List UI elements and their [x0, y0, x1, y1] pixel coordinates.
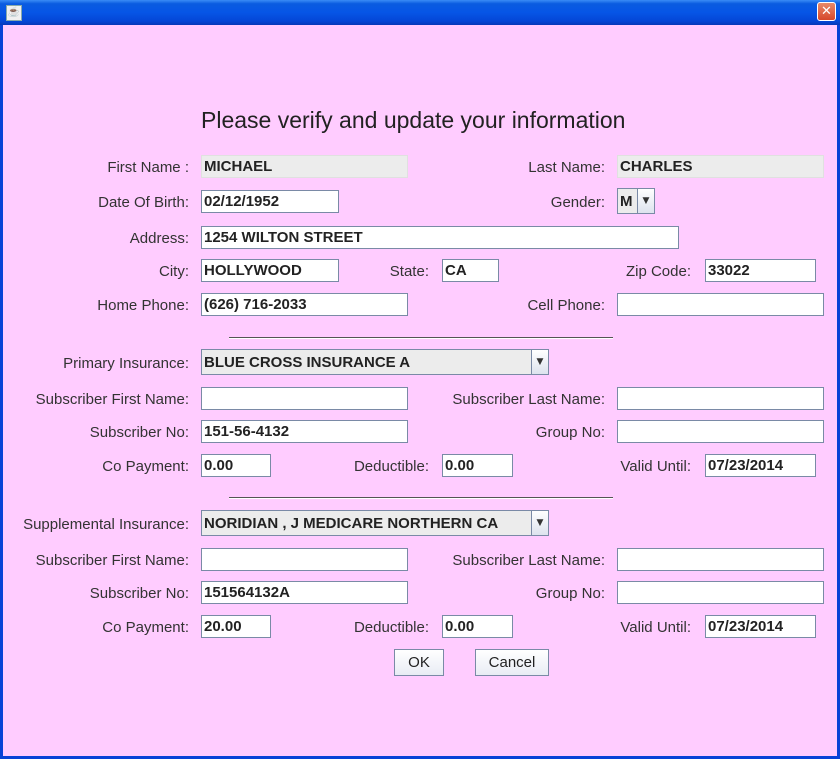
- primary-valid-label: Valid Until:: [620, 458, 691, 475]
- chevron-down-icon[interactable]: ▼: [531, 350, 548, 374]
- last-name-field[interactable]: CHARLES: [617, 155, 824, 178]
- primary-copay-field[interactable]: 0.00: [201, 454, 271, 477]
- java-icon: ☕: [6, 5, 22, 21]
- supplemental-deductible-field[interactable]: 0.00: [442, 615, 513, 638]
- first-name-label: First Name :: [107, 159, 189, 176]
- primary-sub-no-field[interactable]: 151-56-4132: [201, 420, 408, 443]
- primary-deductible-field[interactable]: 0.00: [442, 454, 513, 477]
- state-label: State:: [389, 263, 429, 280]
- cell-phone-field[interactable]: [617, 293, 824, 316]
- supplemental-copay-field[interactable]: 20.00: [201, 615, 271, 638]
- supplemental-sub-no-label: Subscriber No:: [89, 585, 189, 602]
- primary-group-field[interactable]: [617, 420, 824, 443]
- home-phone-label: Home Phone:: [97, 297, 189, 314]
- chevron-down-icon[interactable]: ▼: [637, 189, 654, 213]
- form-content: Please verify and update your informatio…: [3, 25, 837, 756]
- primary-insurance-select[interactable]: BLUE CROSS INSURANCE A ▼: [201, 349, 549, 375]
- dialog-window: ☕ ✕ Please verify and update your inform…: [0, 0, 840, 759]
- supplemental-sub-first-label: Subscriber First Name:: [35, 552, 189, 569]
- primary-valid-field[interactable]: 07/23/2014: [705, 454, 816, 477]
- primary-insurance-value: BLUE CROSS INSURANCE A: [204, 354, 411, 371]
- zip-label: Zip Code:: [625, 263, 691, 280]
- supplemental-valid-label: Valid Until:: [620, 619, 691, 636]
- gender-value: M: [620, 193, 633, 210]
- gender-label: Gender:: [550, 194, 605, 211]
- supplemental-deductible-label: Deductible:: [353, 619, 429, 636]
- separator: [229, 337, 613, 339]
- supplemental-sub-first-field[interactable]: [201, 548, 408, 571]
- primary-insurance-label: Primary Insurance:: [63, 355, 189, 372]
- address-label: Address:: [129, 230, 189, 247]
- primary-sub-no-label: Subscriber No:: [89, 424, 189, 441]
- dob-label: Date Of Birth:: [98, 194, 189, 211]
- supplemental-group-field[interactable]: [617, 581, 824, 604]
- supplemental-group-label: Group No:: [535, 585, 605, 602]
- page-title: Please verify and update your informatio…: [201, 107, 626, 133]
- address-field[interactable]: 1254 WILTON STREET: [201, 226, 679, 249]
- supplemental-sub-last-field[interactable]: [617, 548, 824, 571]
- chevron-down-icon[interactable]: ▼: [531, 511, 548, 535]
- primary-sub-last-field[interactable]: [617, 387, 824, 410]
- supplemental-valid-field[interactable]: 07/23/2014: [705, 615, 816, 638]
- supplemental-copay-label: Co Payment:: [102, 619, 189, 636]
- city-field[interactable]: HOLLYWOOD: [201, 259, 339, 282]
- state-field[interactable]: CA: [442, 259, 499, 282]
- primary-sub-first-label: Subscriber First Name:: [35, 391, 189, 408]
- primary-deductible-label: Deductible:: [353, 458, 429, 475]
- gender-select[interactable]: M ▼: [617, 188, 655, 214]
- primary-sub-first-field[interactable]: [201, 387, 408, 410]
- supplemental-sub-no-field[interactable]: 151564132A: [201, 581, 408, 604]
- primary-group-label: Group No:: [535, 424, 605, 441]
- zip-field[interactable]: 33022: [705, 259, 816, 282]
- supplemental-insurance-value: NORIDIAN , J MEDICARE NORTHERN CA: [204, 515, 499, 532]
- supplemental-insurance-label: Supplemental Insurance:: [23, 516, 189, 533]
- ok-button[interactable]: OK: [394, 649, 444, 676]
- dob-field[interactable]: 02/12/1952: [201, 190, 339, 213]
- supplemental-sub-last-label: Subscriber Last Name:: [452, 552, 605, 569]
- last-name-label: Last Name:: [528, 159, 605, 176]
- primary-sub-last-label: Subscriber Last Name:: [452, 391, 605, 408]
- title-bar[interactable]: ☕ ✕: [0, 0, 840, 25]
- first-name-field[interactable]: MICHAEL: [201, 155, 408, 178]
- cell-phone-label: Cell Phone:: [527, 297, 605, 314]
- city-label: City:: [159, 263, 189, 280]
- close-button[interactable]: ✕: [817, 2, 836, 21]
- home-phone-field[interactable]: (626) 716-2033: [201, 293, 408, 316]
- separator: [229, 497, 613, 499]
- cancel-button[interactable]: Cancel: [475, 649, 549, 676]
- supplemental-insurance-select[interactable]: NORIDIAN , J MEDICARE NORTHERN CA ▼: [201, 510, 549, 536]
- primary-copay-label: Co Payment:: [102, 458, 189, 475]
